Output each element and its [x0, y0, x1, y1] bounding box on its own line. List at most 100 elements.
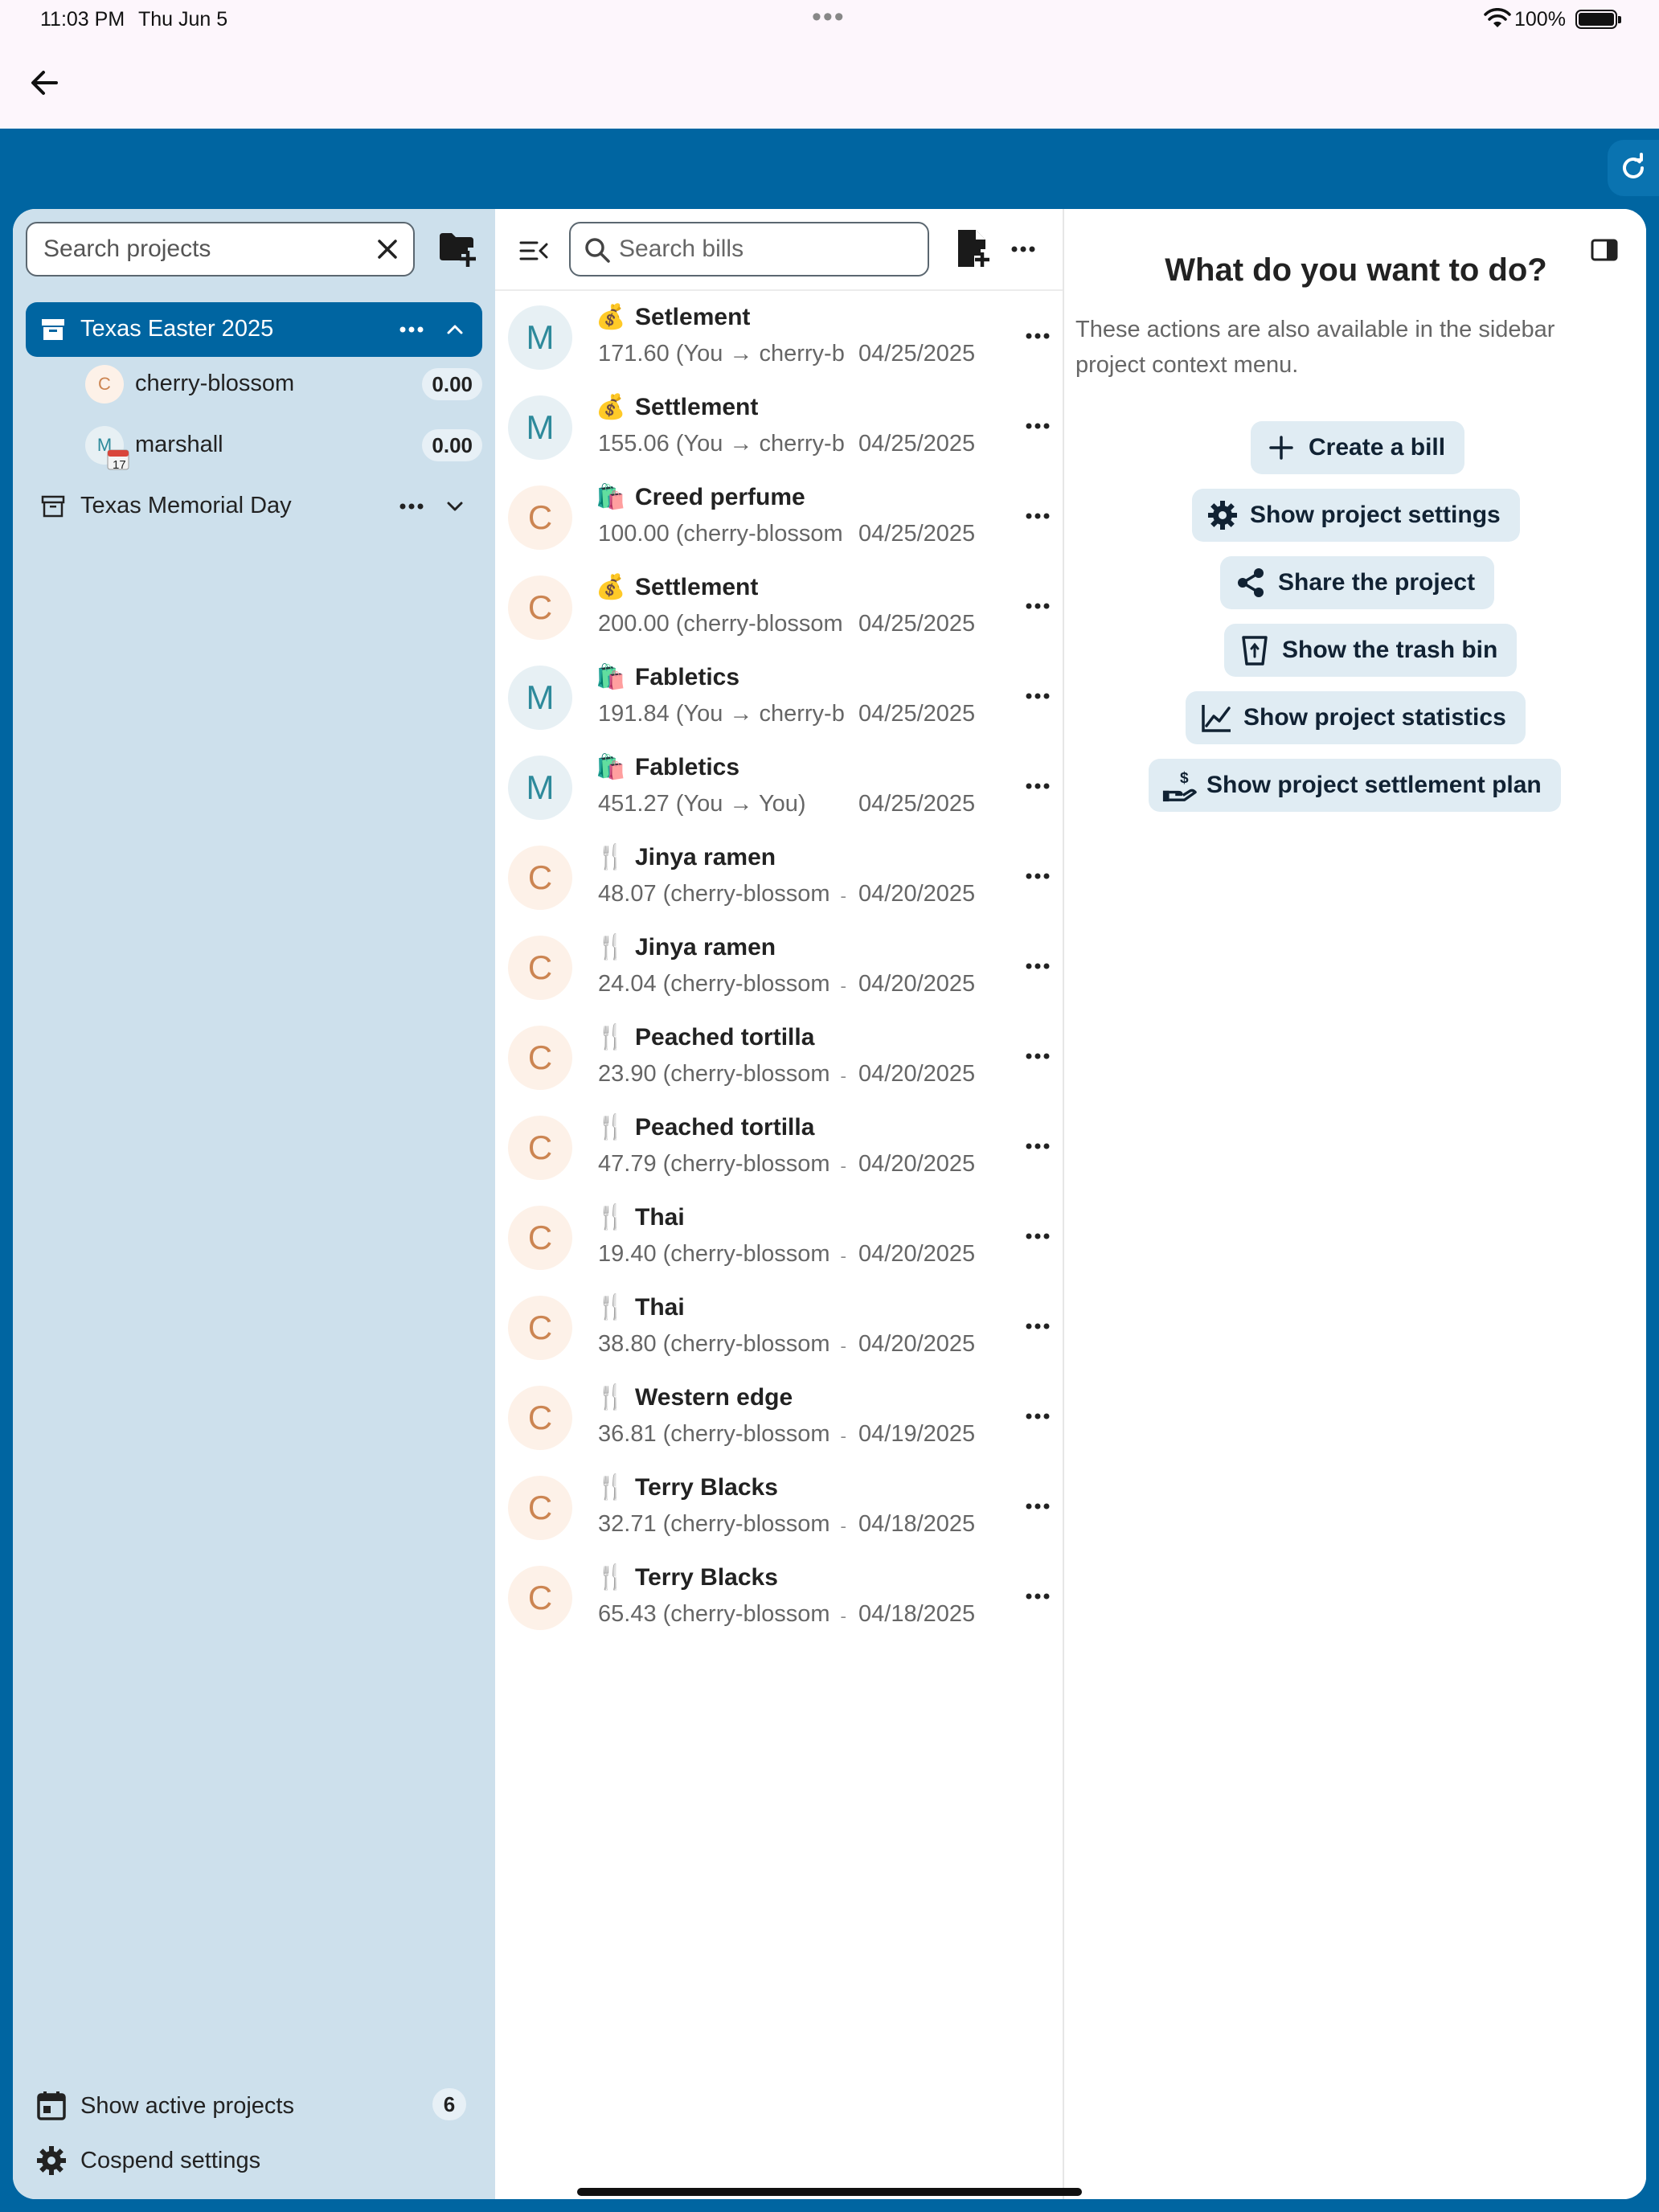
bill-row[interactable]: M 💰 Settlement 155.06 (You → cherry-blossom… [495, 383, 1063, 473]
show-settlement-plan-label: Show project settlement plan [1206, 772, 1542, 798]
chevron-up-icon[interactable] [444, 318, 466, 341]
show-active-projects-button[interactable]: Show active projects 6 [26, 2080, 482, 2128]
create-bill-label: Create a bill [1309, 434, 1446, 461]
gear-icon [1208, 501, 1237, 530]
dots-horizontal-icon[interactable] [1024, 505, 1051, 527]
avatar: C [508, 1566, 572, 1630]
dots-horizontal-icon[interactable] [1024, 1315, 1051, 1337]
dots-horizontal-icon[interactable] [1024, 1225, 1051, 1247]
bill-date: 04/18/2025 [858, 1511, 976, 1537]
bill-amount-payers: 23.90 (cherry-blossom → You) [598, 1061, 846, 1087]
dots-horizontal-icon[interactable] [1024, 1495, 1051, 1518]
show-project-statistics-label: Show project statistics [1243, 704, 1506, 731]
bill-row[interactable]: C 🍴 Terry Blacks 65.43 (cherry-blossom → Yo… [495, 1553, 1063, 1643]
bill-amount-payers: 451.27 (You → You) [598, 791, 806, 817]
category-emoji-icon: 🍴 [596, 1473, 626, 1501]
bill-title: Peached tortilla [635, 1114, 815, 1141]
dots-horizontal-icon[interactable] [1024, 1045, 1051, 1067]
show-project-statistics-button[interactable]: Show project statistics [1186, 691, 1526, 744]
dots-horizontal-icon[interactable] [1024, 1585, 1051, 1608]
dots-horizontal-icon[interactable] [1024, 955, 1051, 977]
chevron-down-icon[interactable] [444, 495, 466, 518]
bill-amount-payers: 155.06 (You → cherry-blossom) [598, 431, 846, 457]
project-item-texas-easter-2025[interactable]: Texas Easter 2025 [26, 302, 482, 357]
multitasking-dots-icon[interactable]: ••• [812, 2, 846, 33]
avatar: C [508, 1476, 572, 1540]
bill-date: 04/20/2025 [858, 881, 976, 907]
avatar: C [508, 1206, 572, 1270]
bill-row[interactable]: C 🍴 Western edge 36.81 (cherry-blossom → Yo… [495, 1373, 1063, 1463]
battery-icon [1575, 10, 1621, 29]
create-bill-button[interactable]: Create a bill [1251, 421, 1465, 474]
bill-row[interactable]: C 🍴 Terry Blacks 32.71 (cherry-blossom → Yo… [495, 1463, 1063, 1553]
chart-line-icon [1202, 705, 1231, 732]
dots-horizontal-icon[interactable] [1024, 685, 1051, 707]
member-item-marshall[interactable]: M 17 marshall 0.00 [85, 421, 482, 472]
panel-description: These actions are also available in the … [1075, 317, 1555, 378]
dots-horizontal-icon[interactable] [1010, 238, 1037, 260]
bill-amount-payers: 47.79 (cherry-blossom → You) [598, 1151, 846, 1177]
member-name: cherry-blossom [135, 371, 295, 396]
avatar: C [508, 485, 572, 550]
bill-search-input[interactable] [619, 233, 916, 265]
bill-amount-payers: 38.80 (cherry-blossom → You) [598, 1331, 846, 1357]
bill-row[interactable]: C 🍴 Peached tortilla 47.79 (cherry-blossom … [495, 1103, 1063, 1193]
file-plus-icon[interactable] [955, 228, 993, 268]
category-emoji-icon: 🍴 [596, 1113, 626, 1141]
project-search-input[interactable] [43, 233, 365, 265]
bill-row[interactable]: C 💰 Settlement 200.00 (cherry-blossom → You… [495, 563, 1063, 653]
calendar-icon [37, 2091, 66, 2120]
category-emoji-icon: 🍴 [596, 1203, 626, 1231]
bill-search-field[interactable] [569, 222, 929, 276]
dots-horizontal-icon[interactable] [1024, 775, 1051, 797]
category-emoji-icon: 🍴 [596, 1563, 626, 1591]
dots-horizontal-icon[interactable] [1024, 595, 1051, 617]
bill-date: 04/25/2025 [858, 791, 976, 817]
dots-horizontal-icon[interactable] [1024, 1405, 1051, 1428]
show-settlement-plan-button[interactable]: $ Show project settlement plan [1149, 759, 1561, 812]
status-time: 11:03 PM [40, 8, 125, 31]
dots-horizontal-icon[interactable] [1024, 865, 1051, 887]
share-project-label: Share the project [1278, 569, 1476, 596]
bill-row[interactable]: C 🛍️ Creed perfume 100.00 (cherry-blossom →… [495, 473, 1063, 563]
bill-row[interactable]: C 🍴 Jinya ramen 24.04 (cherry-blossom → You… [495, 923, 1063, 1013]
dots-horizontal-icon[interactable] [397, 495, 426, 518]
folder-plus-icon[interactable] [437, 228, 477, 268]
close-icon[interactable] [375, 236, 400, 262]
cospend-settings-button[interactable]: Cospend settings [26, 2135, 482, 2183]
home-indicator[interactable] [577, 2188, 1082, 2196]
member-item-cherry-blossom[interactable]: C cherry-blossom 0.00 [85, 360, 482, 408]
cospend-app: Texas Easter 2025 C cherry-blossom 0.00 … [13, 209, 1646, 2199]
project-item-texas-memorial-day[interactable]: Texas Memorial Day [26, 479, 482, 534]
category-emoji-icon: 🍴 [596, 1293, 626, 1321]
bill-title: Jinya ramen [635, 934, 776, 961]
bill-row[interactable]: C 🍴 Thai 38.80 (cherry-blossom → You) 04/20/… [495, 1283, 1063, 1373]
back-arrow-icon[interactable] [24, 63, 64, 103]
show-project-settings-button[interactable]: Show project settings [1192, 489, 1520, 542]
dots-horizontal-icon[interactable] [397, 318, 426, 341]
project-search-field[interactable] [26, 222, 415, 276]
cospend-settings-label: Cospend settings [80, 2148, 261, 2173]
dots-horizontal-icon[interactable] [1024, 1135, 1051, 1157]
member-balance: 0.00 [422, 429, 482, 461]
bill-row[interactable]: M 🛍️ Fabletics 191.84 (You → cherry-blossom… [495, 653, 1063, 743]
show-trash-bin-button[interactable]: Show the trash bin [1224, 624, 1518, 677]
reload-button[interactable] [1608, 140, 1659, 196]
dots-horizontal-icon[interactable] [1024, 415, 1051, 437]
bill-row[interactable]: M 💰 Setlement 171.60 (You → cherry-blossom)… [495, 293, 1063, 383]
project-name: Texas Memorial Day [80, 493, 292, 518]
bill-date: 04/25/2025 [858, 521, 976, 547]
bill-row[interactable]: M 🛍️ Fabletics 451.27 (You → You) 04/25/2025 [495, 743, 1063, 833]
bill-date: 04/25/2025 [858, 431, 976, 457]
bill-row[interactable]: C 🍴 Jinya ramen 48.07 (cherry-blossom → You… [495, 833, 1063, 923]
menu-collapse-icon[interactable] [519, 238, 548, 264]
bill-row[interactable]: C 🍴 Peached tortilla 23.90 (cherry-blossom … [495, 1013, 1063, 1103]
bill-title: Settlement [635, 574, 759, 600]
bill-row[interactable]: C 🍴 Thai 19.40 (cherry-blossom → You) 04/20/… [495, 1193, 1063, 1283]
dots-horizontal-icon[interactable] [1024, 325, 1051, 347]
category-emoji-icon: 💰 [596, 303, 626, 330]
bill-amount-payers: 36.81 (cherry-blossom → You) [598, 1421, 846, 1447]
archive-outline-icon [41, 495, 65, 518]
share-project-button[interactable]: Share the project [1220, 556, 1495, 609]
bill-amount-payers: 171.60 (You → cherry-blossom) [598, 341, 846, 367]
